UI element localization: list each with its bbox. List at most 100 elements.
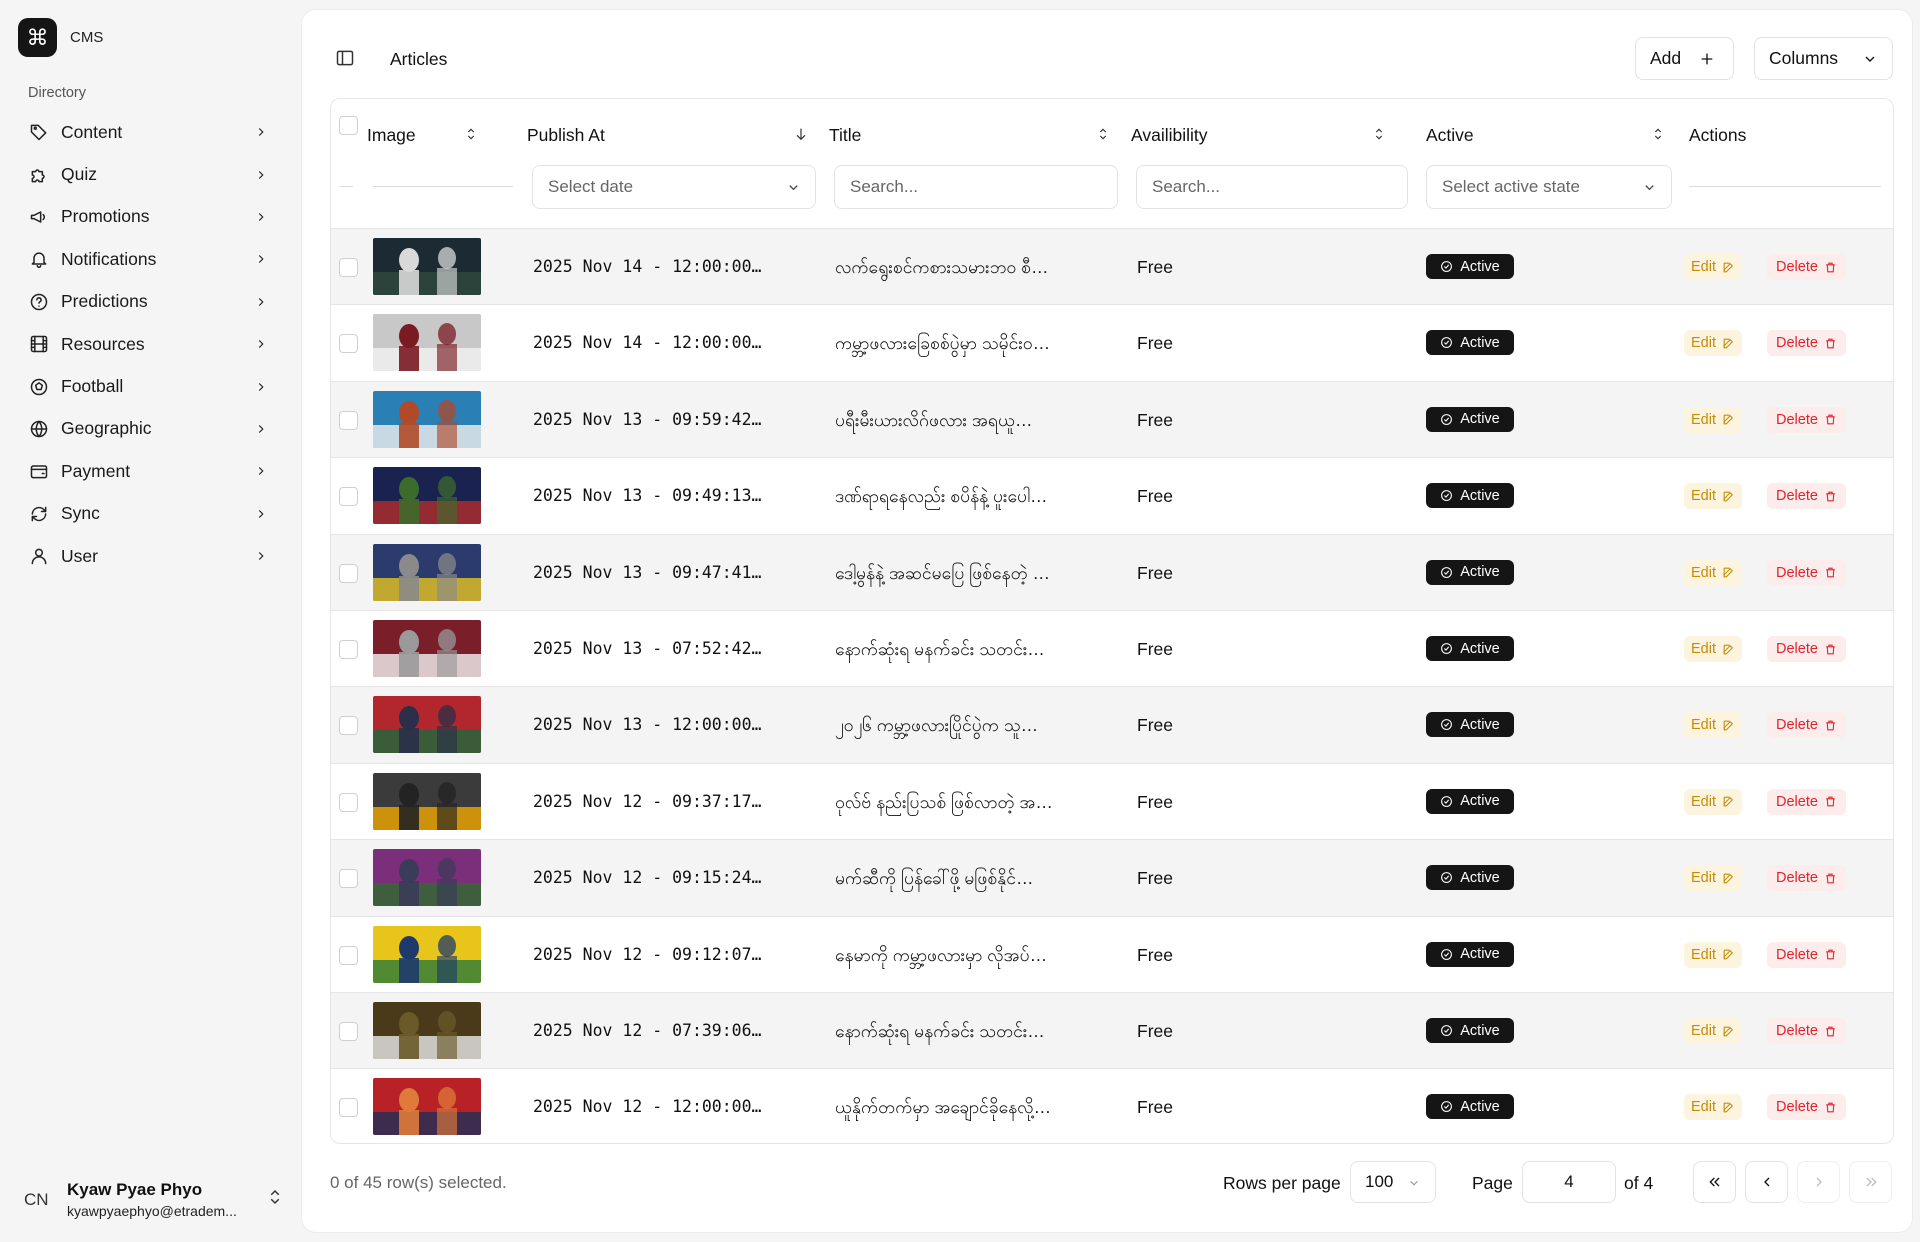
availability-value: Free <box>1137 486 1173 507</box>
table-row[interactable]: 2025 Nov 13 - 09:47:41… ဒေါ့မွန်နဲ့ အဆင်မ… <box>331 534 1893 611</box>
sidebar-item-user[interactable]: User <box>20 535 278 577</box>
column-header-image[interactable]: Image <box>367 120 479 150</box>
chevron-right-icon <box>1816 1177 1822 1187</box>
column-header-title[interactable]: Title <box>829 120 1111 150</box>
edit-button-label: Edit <box>1691 488 1716 505</box>
edit-button[interactable]: Edit <box>1684 330 1742 357</box>
check-circle-icon <box>1441 1101 1453 1113</box>
sort-icon[interactable] <box>1650 126 1666 147</box>
edit-button[interactable]: Edit <box>1684 636 1742 662</box>
add-button[interactable]: Add <box>1635 37 1734 80</box>
article-title: ဒေါ့မွန်နဲ့ အဆင်မပြေ ဖြစ်နေတဲ့ … <box>835 562 1050 583</box>
brand[interactable]: ⌘ CMS <box>18 18 103 57</box>
delete-button[interactable]: Delete <box>1767 788 1846 815</box>
column-header-publish-at[interactable]: Publish At <box>527 120 809 150</box>
title-search-input[interactable]: Search... <box>834 165 1118 209</box>
last-page-button[interactable] <box>1849 1161 1892 1203</box>
delete-button[interactable]: Delete <box>1767 330 1846 357</box>
delete-button[interactable]: Delete <box>1767 254 1846 280</box>
edit-button[interactable]: Edit <box>1684 254 1742 280</box>
edit-button[interactable]: Edit <box>1684 483 1742 510</box>
sort-icon[interactable] <box>1095 126 1111 147</box>
table-row[interactable]: 2025 Nov 12 - 09:15:24… မက်ဆီကို ပြန်ခေါ်… <box>331 840 1893 917</box>
delete-button-label: Delete <box>1776 793 1818 810</box>
article-title: ပရီးမီးယားလိဂ်ဖလား အရယူ… <box>835 409 1033 430</box>
edit-button[interactable]: Edit <box>1684 559 1742 586</box>
page-number-input[interactable]: 4 <box>1522 1161 1616 1203</box>
sidebar-item-football[interactable]: Football <box>20 365 278 407</box>
table-row[interactable]: 2025 Nov 12 - 09:12:07… နေမာကို ကမ္ဘာ့ဖလာ… <box>331 917 1893 993</box>
availability-search-input[interactable]: Search... <box>1136 165 1408 209</box>
edit-button[interactable]: Edit <box>1684 1094 1742 1121</box>
row-checkbox[interactable] <box>339 1022 358 1041</box>
delete-button[interactable]: Delete <box>1767 1018 1846 1044</box>
delete-button[interactable]: Delete <box>1767 559 1846 586</box>
sidebar-item-sync[interactable]: Sync <box>20 493 278 535</box>
globe-icon <box>28 418 50 440</box>
row-checkbox[interactable] <box>339 945 358 965</box>
sidebar-item-content[interactable]: Content <box>20 111 278 153</box>
edit-button[interactable]: Edit <box>1684 712 1742 739</box>
row-checkbox[interactable] <box>339 1098 358 1118</box>
publish-date: 2025 Nov 12 - 12:00:00… <box>533 1097 762 1117</box>
edit-button-label: Edit <box>1691 411 1716 428</box>
table-row[interactable]: 2025 Nov 12 - 12:00:00… ယူနိုက်တက်မှာ အချ… <box>331 1069 1893 1143</box>
sort-icon[interactable] <box>1371 126 1387 147</box>
row-checkbox[interactable] <box>339 716 358 736</box>
table-row[interactable]: 2025 Nov 13 - 09:49:13… ဒဏ်ရာရနေလည်း စပိန… <box>331 458 1893 535</box>
chevrons-up-down-icon[interactable] <box>266 1188 284 1211</box>
table-row[interactable]: 2025 Nov 12 - 07:39:06… နောက်ဆုံးရ မနက်ခင… <box>331 993 1893 1070</box>
delete-button[interactable]: Delete <box>1767 865 1846 892</box>
first-page-button[interactable] <box>1693 1161 1736 1203</box>
active-state-filter[interactable]: Select active state <box>1426 165 1672 209</box>
delete-button[interactable]: Delete <box>1767 636 1846 662</box>
publish-date-filter[interactable]: Select date <box>532 165 816 209</box>
sidebar-toggle-icon[interactable] <box>335 48 357 70</box>
edit-button[interactable]: Edit <box>1684 1018 1742 1044</box>
row-checkbox[interactable] <box>339 258 358 277</box>
delete-button[interactable]: Delete <box>1767 941 1846 968</box>
edit-button[interactable]: Edit <box>1684 865 1742 892</box>
user-name: Kyaw Pyae Phyo <box>67 1180 203 1199</box>
row-checkbox[interactable] <box>339 563 358 583</box>
row-checkbox[interactable] <box>339 487 358 507</box>
table-row[interactable]: 2025 Nov 13 - 12:00:00… ၂၀၂၆ ကမ္ဘာ့ဖလားပြ… <box>331 687 1893 764</box>
rows-per-page-select[interactable]: 100 <box>1350 1161 1436 1203</box>
table-row[interactable]: 2025 Nov 13 - 09:59:42… ပရီးမီးယားလိဂ်ဖလာ… <box>331 381 1893 459</box>
table-row[interactable]: 2025 Nov 14 - 12:00:00… လက်ရွေးစင်ကစားသမာ… <box>331 229 1893 306</box>
delete-button[interactable]: Delete <box>1767 406 1846 433</box>
previous-page-button[interactable] <box>1745 1161 1788 1203</box>
avatar: CN <box>24 1189 49 1209</box>
row-checkbox[interactable] <box>339 334 358 354</box>
next-page-button[interactable] <box>1797 1161 1840 1203</box>
edit-button[interactable]: Edit <box>1684 941 1742 968</box>
delete-button[interactable]: Delete <box>1767 483 1846 510</box>
edit-button[interactable]: Edit <box>1684 788 1742 815</box>
edit-button[interactable]: Edit <box>1684 406 1742 433</box>
row-checkbox[interactable] <box>339 869 358 889</box>
sidebar-item-payment[interactable]: Payment <box>20 450 278 492</box>
select-all-checkbox[interactable] <box>339 116 358 135</box>
arrow-down-icon[interactable] <box>793 126 809 147</box>
row-checkbox[interactable] <box>339 410 358 430</box>
delete-button[interactable]: Delete <box>1767 1094 1846 1121</box>
table-row[interactable]: 2025 Nov 12 - 09:37:17… ဝုလ်ဗ် နည်းပြသစ် … <box>331 764 1893 841</box>
columns-button[interactable]: Columns <box>1754 37 1893 80</box>
sidebar-item-quiz[interactable]: Quiz <box>20 153 278 195</box>
status-badge: Active <box>1426 712 1514 738</box>
table-row[interactable]: 2025 Nov 14 - 12:00:00… ကမ္ဘာ့ဖလားခြေစစ်ပ… <box>331 305 1893 382</box>
row-checkbox[interactable] <box>339 640 358 659</box>
sidebar-item-resources[interactable]: Resources <box>20 323 278 365</box>
column-header-active[interactable]: Active <box>1426 120 1666 150</box>
delete-button[interactable]: Delete <box>1767 712 1846 739</box>
sidebar-item-promotions[interactable]: Promotions <box>20 196 278 238</box>
edit-button-label: Edit <box>1691 1099 1716 1116</box>
sidebar-item-notifications[interactable]: Notifications <box>20 238 278 280</box>
sort-icon[interactable] <box>463 126 479 147</box>
table-row[interactable]: 2025 Nov 13 - 07:52:42… နောက်ဆုံးရ မနက်ခင… <box>331 611 1893 688</box>
sidebar-item-geographic[interactable]: Geographic <box>20 408 278 450</box>
user-menu[interactable]: CN Kyaw Pyae Phyo kyawpyaephyo@etradem..… <box>24 1180 284 1219</box>
column-header-availability[interactable]: Availibility <box>1131 120 1387 150</box>
sidebar-item-predictions[interactable]: Predictions <box>20 281 278 323</box>
row-checkbox[interactable] <box>339 792 358 812</box>
